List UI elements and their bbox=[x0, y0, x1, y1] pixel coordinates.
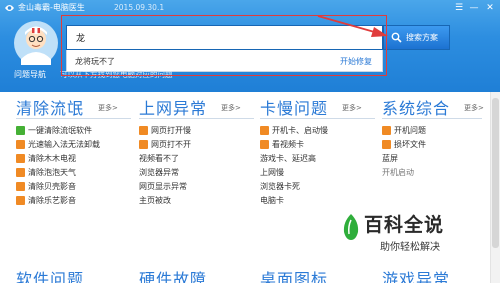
scroll-thumb[interactable] bbox=[492, 98, 499, 248]
list-item[interactable]: 蓝屏 bbox=[382, 152, 500, 166]
divider bbox=[139, 118, 254, 119]
item-label: 光速输入法无法卸载 bbox=[28, 140, 100, 149]
tag-icon bbox=[139, 140, 148, 149]
more-link[interactable]: 更多> bbox=[98, 103, 118, 113]
list-item[interactable]: 开机卡、启动慢 bbox=[260, 124, 378, 138]
list-item[interactable]: 电脑卡 bbox=[260, 194, 378, 208]
item-label: 游戏卡、延迟高 bbox=[260, 154, 316, 163]
item-label: 清除木木电视 bbox=[28, 154, 76, 163]
close-icon[interactable]: ✕ bbox=[483, 2, 497, 14]
list-item[interactable]: 网页打开慢 bbox=[139, 124, 257, 138]
item-label: 看视频卡 bbox=[272, 140, 304, 149]
app-logo-icon bbox=[5, 5, 14, 11]
tag-icon bbox=[16, 168, 25, 177]
column-title[interactable]: 上网异常 bbox=[139, 95, 207, 119]
tag-icon bbox=[382, 126, 391, 135]
item-label: 开机启动 bbox=[382, 168, 414, 177]
item-list: 网页打开慢 网页打不开 视频看不了 浏览器异常 网页显示异常 主页被改 bbox=[139, 124, 257, 208]
tag-icon bbox=[139, 126, 148, 135]
item-label: 开机问题 bbox=[394, 126, 426, 135]
item-label: 电脑卡 bbox=[260, 196, 284, 205]
check-icon bbox=[16, 126, 25, 135]
list-item[interactable]: 游戏卡、延迟高 bbox=[260, 152, 378, 166]
section-title-desktop[interactable]: 桌面图标 bbox=[260, 266, 328, 283]
nav-label[interactable]: 问题导航 bbox=[14, 69, 46, 80]
section-title-game[interactable]: 游戏异常 bbox=[382, 266, 450, 283]
section-title-software[interactable]: 软件问题 bbox=[16, 266, 84, 283]
item-label: 网页显示异常 bbox=[139, 182, 187, 191]
item-label: 网页打开慢 bbox=[151, 126, 191, 135]
item-label: 一键清除流氓软件 bbox=[28, 126, 92, 135]
list-item[interactable]: 清除乐艺影音 bbox=[16, 194, 134, 208]
watermark-logo-icon bbox=[343, 214, 359, 240]
item-label: 损坏文件 bbox=[394, 140, 426, 149]
search-button-label: 搜索方案 bbox=[406, 33, 438, 42]
list-item[interactable]: 开机启动 bbox=[382, 166, 500, 180]
list-item[interactable]: 开机问题 bbox=[382, 124, 500, 138]
item-label: 上网慢 bbox=[260, 168, 284, 177]
more-link[interactable]: 更多> bbox=[464, 103, 484, 113]
divider bbox=[260, 118, 375, 119]
list-item[interactable]: 视频看不了 bbox=[139, 152, 257, 166]
item-label: 清除泡泡天气 bbox=[28, 168, 76, 177]
list-item[interactable]: 浏览器卡死 bbox=[260, 180, 378, 194]
item-label: 蓝屏 bbox=[382, 154, 398, 163]
content-area: 清除流氓 更多> 一键清除流氓软件 光速输入法无法卸载 清除木木电视 清除泡泡天… bbox=[0, 92, 500, 283]
list-item[interactable]: 主页被改 bbox=[139, 194, 257, 208]
column-title[interactable]: 清除流氓 bbox=[16, 95, 84, 119]
app-version: 2015.09.30.1 bbox=[114, 3, 165, 12]
item-label: 浏览器异常 bbox=[139, 168, 179, 177]
item-label: 视频看不了 bbox=[139, 154, 179, 163]
item-list: 一键清除流氓软件 光速输入法无法卸载 清除木木电视 清除泡泡天气 清除贝壳影音 … bbox=[16, 124, 134, 208]
list-item[interactable]: 清除泡泡天气 bbox=[16, 166, 134, 180]
item-list: 开机问题 损坏文件 蓝屏 开机启动 bbox=[382, 124, 500, 180]
tag-icon bbox=[260, 140, 269, 149]
column-title[interactable]: 系统综合 bbox=[382, 95, 450, 119]
list-item[interactable]: 清除贝壳影音 bbox=[16, 180, 134, 194]
list-item[interactable]: 清除木木电视 bbox=[16, 152, 134, 166]
list-item[interactable]: 上网慢 bbox=[260, 166, 378, 180]
search-button[interactable]: 搜索方案 bbox=[383, 25, 450, 50]
item-label: 浏览器卡死 bbox=[260, 182, 300, 191]
watermark-title: 百科全说 bbox=[364, 214, 445, 236]
annotation-box bbox=[61, 15, 387, 76]
section-title-hardware[interactable]: 硬件故障 bbox=[139, 266, 207, 283]
watermark-subtitle: 助你轻松解决 bbox=[380, 242, 440, 253]
tag-icon bbox=[16, 196, 25, 205]
tag-icon bbox=[260, 126, 269, 135]
app-title: 金山毒霸-电脑医生 bbox=[18, 3, 85, 12]
divider bbox=[382, 118, 482, 119]
tag-icon bbox=[16, 182, 25, 191]
list-item[interactable]: 一键清除流氓软件 bbox=[16, 124, 134, 138]
list-item[interactable]: 光速输入法无法卸载 bbox=[16, 138, 134, 152]
item-label: 开机卡、启动慢 bbox=[272, 126, 328, 135]
list-item[interactable]: 损坏文件 bbox=[382, 138, 500, 152]
tag-icon bbox=[382, 140, 391, 149]
item-label: 网页打不开 bbox=[151, 140, 191, 149]
list-item[interactable]: 看视频卡 bbox=[260, 138, 378, 152]
item-list: 开机卡、启动慢 看视频卡 游戏卡、延迟高 上网慢 浏览器卡死 电脑卡 bbox=[260, 124, 378, 208]
title-bar: 金山毒霸-电脑医生 2015.09.30.1 ☰ — ✕ bbox=[0, 0, 500, 16]
more-link[interactable]: 更多> bbox=[342, 103, 362, 113]
list-item[interactable]: 网页显示异常 bbox=[139, 180, 257, 194]
tag-icon bbox=[16, 140, 25, 149]
divider bbox=[16, 118, 131, 119]
minimize-icon[interactable]: — bbox=[467, 2, 481, 14]
item-label: 清除贝壳影音 bbox=[28, 182, 76, 191]
item-label: 主页被改 bbox=[139, 196, 171, 205]
list-item[interactable]: 网页打不开 bbox=[139, 138, 257, 152]
list-item[interactable]: 浏览器异常 bbox=[139, 166, 257, 180]
more-link[interactable]: 更多> bbox=[221, 103, 241, 113]
item-label: 清除乐艺影音 bbox=[28, 196, 76, 205]
menu-icon[interactable]: ☰ bbox=[452, 2, 466, 14]
column-title[interactable]: 卡慢问题 bbox=[260, 95, 328, 119]
tag-icon bbox=[16, 154, 25, 163]
scrollbar[interactable] bbox=[490, 92, 500, 283]
doctor-avatar-icon bbox=[14, 21, 58, 65]
search-icon bbox=[391, 32, 402, 43]
